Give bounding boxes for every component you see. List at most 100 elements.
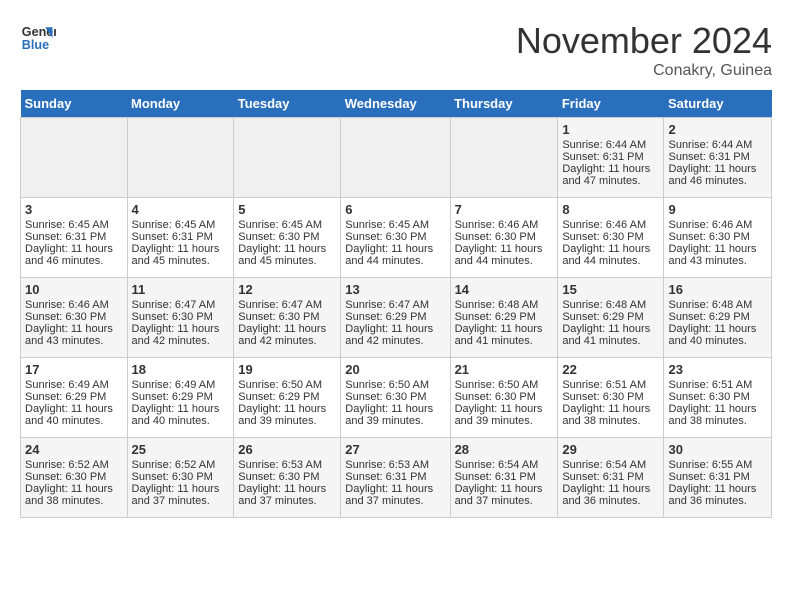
table-row: 19 Sunrise: 6:50 AMSunset: 6:29 PMDayligh… xyxy=(234,358,341,438)
day-info: Sunrise: 6:54 AM xyxy=(455,459,554,471)
day-info: Sunset: 6:30 PM xyxy=(455,391,554,403)
table-row: 18Sunrise: 6:49 AMSunset: 6:29 PMDayligh… xyxy=(127,358,234,438)
day-info: Daylight: 11 hours and 45 minutes. xyxy=(132,243,230,267)
calendar-header: Sunday Monday Tuesday Wednesday Thursday… xyxy=(21,90,772,118)
day-info: Daylight: 11 hours and 42 minutes. xyxy=(132,323,230,347)
table-row: 8Sunrise: 6:46 AMSunset: 6:30 PMDaylight… xyxy=(558,198,664,278)
day-number: 22 xyxy=(562,362,659,377)
day-info: Sunrise: 6:47 AM xyxy=(345,299,445,311)
day-info: Sunrise: 6:55 AM xyxy=(668,459,767,471)
day-info: Sunrise: 6:51 AM xyxy=(668,379,767,391)
table-row: 29Sunrise: 6:54 AMSunset: 6:31 PMDayligh… xyxy=(558,438,664,518)
day-info: Sunrise: 6:45 AM xyxy=(132,219,230,231)
day-info: Daylight: 11 hours and 42 minutes. xyxy=(238,323,336,347)
table-row: 13Sunrise: 6:47 AMSunset: 6:29 PMDayligh… xyxy=(341,278,450,358)
table-row: 16Sunrise: 6:48 AMSunset: 6:29 PMDayligh… xyxy=(664,278,772,358)
day-number: 16 xyxy=(668,282,767,297)
day-info: Daylight: 11 hours and 37 minutes. xyxy=(345,483,445,507)
table-row: 7 Sunrise: 6:46 AMSunset: 6:30 PMDaylight… xyxy=(450,198,558,278)
day-number: 13 xyxy=(345,282,445,297)
day-info: Sunrise: 6:53 AM xyxy=(345,459,445,471)
day-info: Sunrise: 6:54 AM xyxy=(562,459,659,471)
day-info: Daylight: 11 hours and 41 minutes. xyxy=(455,323,554,347)
day-info: Sunrise: 6:50 AM xyxy=(238,379,336,391)
day-number: 7 xyxy=(455,202,554,217)
day-info: Sunset: 6:30 PM xyxy=(345,231,445,243)
day-number: 11 xyxy=(132,282,230,297)
day-info: Sunset: 6:30 PM xyxy=(455,231,554,243)
day-info: Sunset: 6:29 PM xyxy=(238,391,336,403)
day-info: Sunrise: 6:46 AM xyxy=(455,219,554,231)
day-number: 24 xyxy=(25,442,123,457)
day-info: Sunset: 6:31 PM xyxy=(668,471,767,483)
day-info: Daylight: 11 hours and 36 minutes. xyxy=(562,483,659,507)
day-number: 17 xyxy=(25,362,123,377)
day-number: 25 xyxy=(132,442,230,457)
table-row xyxy=(127,118,234,198)
day-info: Sunset: 6:30 PM xyxy=(562,231,659,243)
day-info: Daylight: 11 hours and 44 minutes. xyxy=(455,243,554,267)
day-info: Daylight: 11 hours and 37 minutes. xyxy=(132,483,230,507)
table-row: 26Sunrise: 6:53 AMSunset: 6:30 PMDayligh… xyxy=(234,438,341,518)
day-info: Sunrise: 6:44 AM xyxy=(668,139,767,151)
day-number: 2 xyxy=(668,122,767,137)
day-number: 26 xyxy=(238,442,336,457)
day-info: Sunset: 6:30 PM xyxy=(668,391,767,403)
day-info: Sunrise: 6:46 AM xyxy=(562,219,659,231)
table-row: 2Sunrise: 6:44 AMSunset: 6:31 PMDaylight… xyxy=(664,118,772,198)
day-info: Sunset: 6:30 PM xyxy=(132,311,230,323)
day-info: Sunrise: 6:53 AM xyxy=(238,459,336,471)
day-info: Daylight: 11 hours and 39 minutes. xyxy=(345,403,445,427)
day-info: Daylight: 11 hours and 43 minutes. xyxy=(668,243,767,267)
day-info: Sunrise: 6:49 AM xyxy=(25,379,123,391)
location-subtitle: Conakry, Guinea xyxy=(516,62,772,80)
day-info: Sunset: 6:31 PM xyxy=(132,231,230,243)
day-info: Sunrise: 6:45 AM xyxy=(345,219,445,231)
day-info: Daylight: 11 hours and 44 minutes. xyxy=(345,243,445,267)
table-row: 10Sunrise: 6:46 AMSunset: 6:30 PMDayligh… xyxy=(21,278,128,358)
day-number: 8 xyxy=(562,202,659,217)
day-info: Daylight: 11 hours and 37 minutes. xyxy=(455,483,554,507)
day-number: 20 xyxy=(345,362,445,377)
table-row: 15Sunrise: 6:48 AMSunset: 6:29 PMDayligh… xyxy=(558,278,664,358)
day-info: Sunrise: 6:48 AM xyxy=(668,299,767,311)
day-info: Sunset: 6:30 PM xyxy=(562,391,659,403)
day-info: Sunset: 6:30 PM xyxy=(238,471,336,483)
day-info: Sunrise: 6:47 AM xyxy=(238,299,336,311)
table-row: 1Sunrise: 6:44 AMSunset: 6:31 PMDaylight… xyxy=(558,118,664,198)
day-info: Daylight: 11 hours and 41 minutes. xyxy=(562,323,659,347)
day-number: 19 xyxy=(238,362,336,377)
day-info: Sunrise: 6:45 AM xyxy=(238,219,336,231)
day-info: Sunrise: 6:48 AM xyxy=(455,299,554,311)
day-info: Sunrise: 6:46 AM xyxy=(668,219,767,231)
header-sunday: Sunday xyxy=(21,90,128,118)
day-number: 6 xyxy=(345,202,445,217)
day-info: Sunset: 6:30 PM xyxy=(132,471,230,483)
day-info: Sunset: 6:30 PM xyxy=(25,471,123,483)
day-info: Daylight: 11 hours and 46 minutes. xyxy=(25,243,123,267)
day-info: Sunrise: 6:47 AM xyxy=(132,299,230,311)
day-info: Sunset: 6:29 PM xyxy=(345,311,445,323)
day-number: 29 xyxy=(562,442,659,457)
day-info: Sunset: 6:29 PM xyxy=(562,311,659,323)
day-info: Sunset: 6:31 PM xyxy=(25,231,123,243)
table-row: 24Sunrise: 6:52 AMSunset: 6:30 PMDayligh… xyxy=(21,438,128,518)
day-info: Sunrise: 6:52 AM xyxy=(25,459,123,471)
table-row: 20Sunrise: 6:50 AMSunset: 6:30 PMDayligh… xyxy=(341,358,450,438)
header-monday: Monday xyxy=(127,90,234,118)
svg-text:Blue: Blue xyxy=(22,38,49,52)
month-title: November 2024 xyxy=(516,20,772,62)
header-thursday: Thursday xyxy=(450,90,558,118)
day-info: Sunrise: 6:49 AM xyxy=(132,379,230,391)
title-area: November 2024 Conakry, Guinea xyxy=(516,20,772,80)
day-info: Sunset: 6:31 PM xyxy=(668,151,767,163)
calendar-body: 1Sunrise: 6:44 AMSunset: 6:31 PMDaylight… xyxy=(21,118,772,518)
day-number: 14 xyxy=(455,282,554,297)
day-info: Daylight: 11 hours and 39 minutes. xyxy=(238,403,336,427)
day-info: Sunrise: 6:52 AM xyxy=(132,459,230,471)
day-number: 9 xyxy=(668,202,767,217)
table-row xyxy=(21,118,128,198)
table-row: 5Sunrise: 6:45 AMSunset: 6:30 PMDaylight… xyxy=(234,198,341,278)
day-info: Sunset: 6:30 PM xyxy=(238,311,336,323)
day-info: Sunset: 6:29 PM xyxy=(455,311,554,323)
